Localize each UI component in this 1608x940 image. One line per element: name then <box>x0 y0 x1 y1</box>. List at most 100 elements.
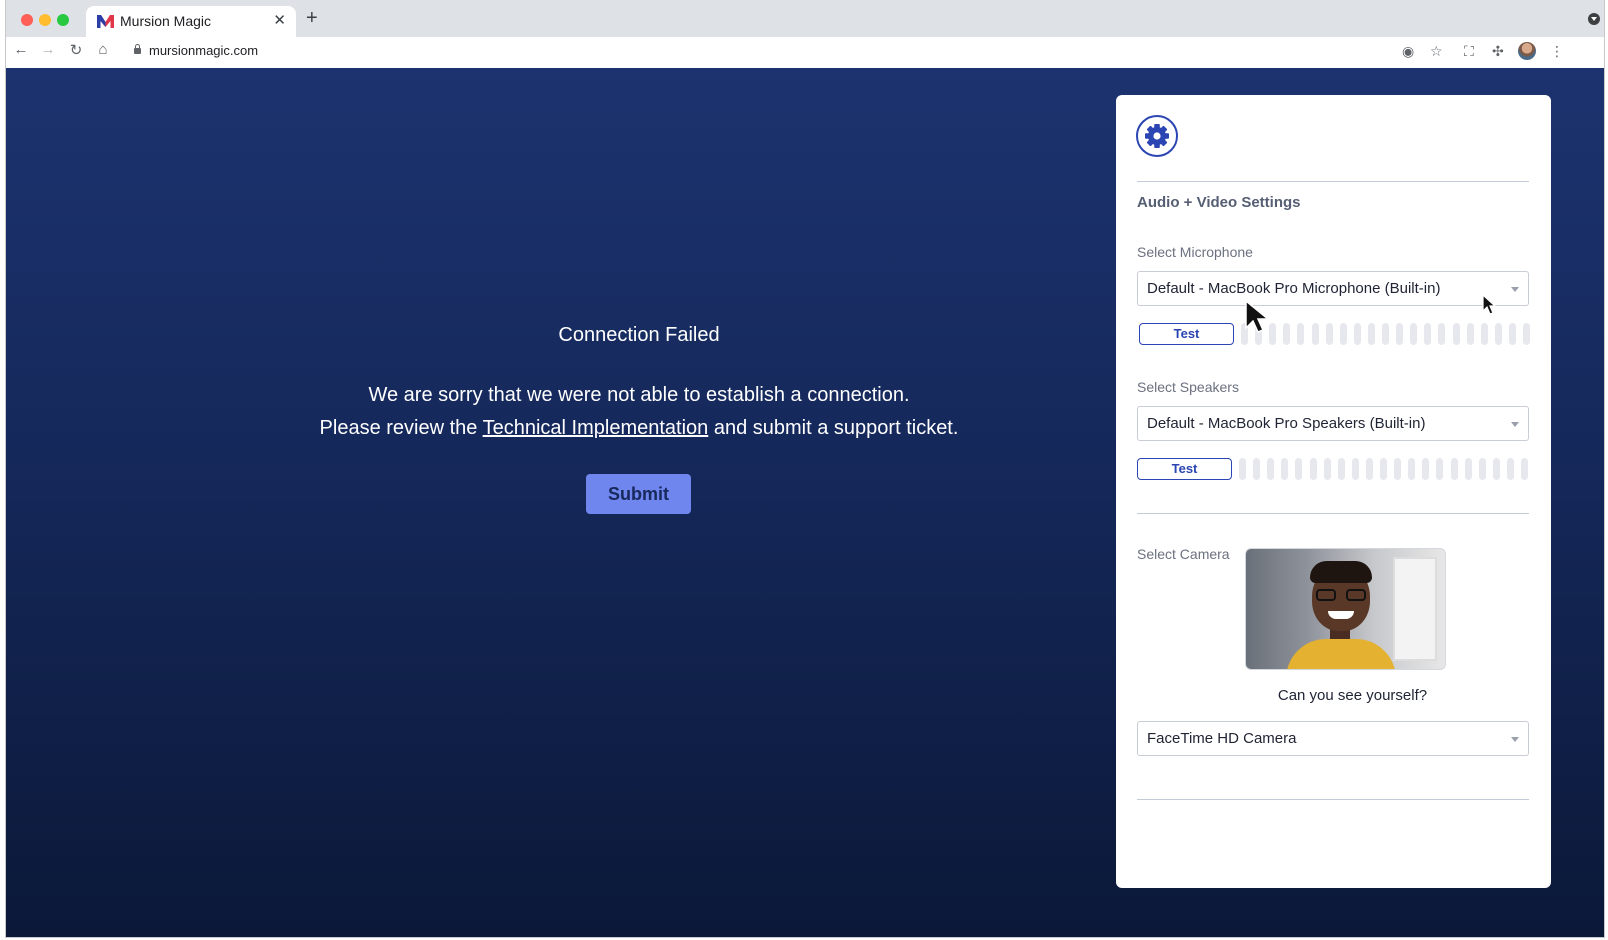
microphone-label: Select Microphone <box>1137 244 1253 260</box>
home-icon[interactable]: ⌂ <box>92 41 114 58</box>
back-icon[interactable]: ← <box>10 41 32 58</box>
level-segment <box>1297 323 1305 345</box>
preview-smile <box>1328 611 1354 619</box>
level-segment <box>1396 323 1404 345</box>
level-segment <box>1424 323 1432 345</box>
error-instructions: Please review the Technical Implementati… <box>206 417 1072 440</box>
level-segment <box>1436 458 1444 480</box>
tab-search-icon[interactable] <box>1588 13 1600 25</box>
chevron-down-icon <box>1511 422 1519 427</box>
error-title: Connection Failed <box>558 324 720 346</box>
address-bar[interactable]: mursionmagic.com <box>149 43 258 58</box>
level-segment <box>1466 323 1474 345</box>
level-segment <box>1523 323 1530 345</box>
level-segment <box>1353 323 1361 345</box>
camera-caption: Can you see yourself? <box>1277 687 1428 704</box>
submit-button[interactable]: Submit <box>586 474 691 514</box>
level-segment <box>1452 323 1460 345</box>
microphone-level-meter <box>1241 323 1533 345</box>
microphone-test-button[interactable]: Test <box>1139 323 1234 345</box>
speakers-level-meter <box>1239 458 1531 480</box>
microphone-value: Default - MacBook Pro Microphone (Built-… <box>1147 280 1441 297</box>
settings-panel: Audio + Video Settings Select Microphone… <box>1116 95 1551 888</box>
level-segment <box>1380 458 1387 480</box>
level-segment <box>1253 458 1261 480</box>
level-segment <box>1408 458 1416 480</box>
level-segment <box>1438 323 1446 345</box>
level-segment <box>1478 458 1486 480</box>
settings-gear-button[interactable] <box>1136 115 1178 157</box>
level-segment <box>1367 323 1375 345</box>
screencast-icon[interactable]: ⛶ <box>1464 43 1474 60</box>
camera-preview <box>1245 548 1446 670</box>
level-segment <box>1239 458 1246 480</box>
maximize-window-button[interactable] <box>57 14 69 26</box>
menu-icon[interactable]: ⋮ <box>1550 43 1564 60</box>
level-segment <box>1394 458 1402 480</box>
mouse-pointer-icon <box>1482 293 1497 315</box>
level-segment <box>1323 458 1331 480</box>
level-segment <box>1492 458 1500 480</box>
minimize-window-button[interactable] <box>39 14 51 26</box>
new-tab-button[interactable]: + <box>306 8 318 28</box>
preview-hair <box>1310 561 1372 583</box>
level-segment <box>1508 323 1516 345</box>
camera-label: Select Camera <box>1137 546 1230 562</box>
level-segment <box>1422 458 1430 480</box>
level-segment <box>1283 323 1291 345</box>
profile-avatar[interactable] <box>1518 42 1536 60</box>
level-segment <box>1325 323 1333 345</box>
chevron-down-icon <box>1511 737 1519 742</box>
level-segment <box>1464 458 1472 480</box>
level-segment <box>1410 323 1418 345</box>
tab-title: Mursion Magic <box>120 13 212 29</box>
level-segment <box>1311 323 1319 345</box>
level-segment <box>1337 458 1345 480</box>
level-segment <box>1506 458 1514 480</box>
level-segment <box>1365 458 1373 480</box>
tab-strip: Mursion Magic ✕ + <box>6 0 1604 37</box>
camera-select[interactable]: FaceTime HD Camera <box>1137 721 1529 756</box>
tab-close-icon[interactable]: ✕ <box>273 11 286 29</box>
lock-icon <box>134 44 141 54</box>
gear-icon <box>1145 124 1169 148</box>
technical-implementation-link[interactable]: Technical Implementation <box>483 417 709 439</box>
bookmark-star-icon[interactable]: ☆ <box>1430 43 1443 60</box>
instructions-prefix: Please review the <box>319 417 483 439</box>
speakers-test-button[interactable]: Test <box>1137 458 1232 480</box>
extensions-icon[interactable]: ✣ <box>1492 43 1504 60</box>
settings-title: Audio + Video Settings <box>1137 194 1301 211</box>
level-segment <box>1309 458 1317 480</box>
level-segment <box>1267 458 1275 480</box>
preview-shirt <box>1286 639 1396 669</box>
divider <box>1137 799 1529 800</box>
browser-toolbar: ← → ↻ ⌂ mursionmagic.com ◉ ☆ ⛶ ✣ ⋮ <box>6 37 1604 69</box>
level-segment <box>1295 458 1303 480</box>
mouse-cursor-icon <box>1245 299 1271 333</box>
forward-icon[interactable]: → <box>37 41 59 58</box>
level-segment <box>1339 323 1347 345</box>
level-segment <box>1382 323 1389 345</box>
camera-value: FaceTime HD Camera <box>1147 730 1297 747</box>
speakers-value: Default - MacBook Pro Speakers (Built-in… <box>1147 415 1426 432</box>
divider <box>1137 181 1529 182</box>
instructions-suffix: and submit a support ticket. <box>708 417 959 439</box>
background-window <box>1393 557 1437 661</box>
level-segment <box>1480 323 1488 345</box>
speakers-select[interactable]: Default - MacBook Pro Speakers (Built-in… <box>1137 406 1529 441</box>
level-segment <box>1351 458 1359 480</box>
speakers-label: Select Speakers <box>1137 379 1239 395</box>
level-segment <box>1281 458 1289 480</box>
mursion-favicon-icon <box>97 15 114 28</box>
level-segment <box>1494 323 1502 345</box>
browser-tab[interactable]: Mursion Magic ✕ <box>86 6 296 37</box>
error-message: We are sorry that we were not able to es… <box>368 384 910 406</box>
reload-icon[interactable]: ↻ <box>65 41 87 59</box>
preview-glasses <box>1316 589 1366 601</box>
browser-window: Mursion Magic ✕ + ← → ↻ ⌂ mursionmagic.c… <box>5 0 1605 938</box>
chevron-down-icon <box>1511 287 1519 292</box>
eye-icon[interactable]: ◉ <box>1402 43 1414 60</box>
microphone-select[interactable]: Default - MacBook Pro Microphone (Built-… <box>1137 271 1529 306</box>
close-window-button[interactable] <box>21 14 33 26</box>
divider <box>1137 513 1529 514</box>
